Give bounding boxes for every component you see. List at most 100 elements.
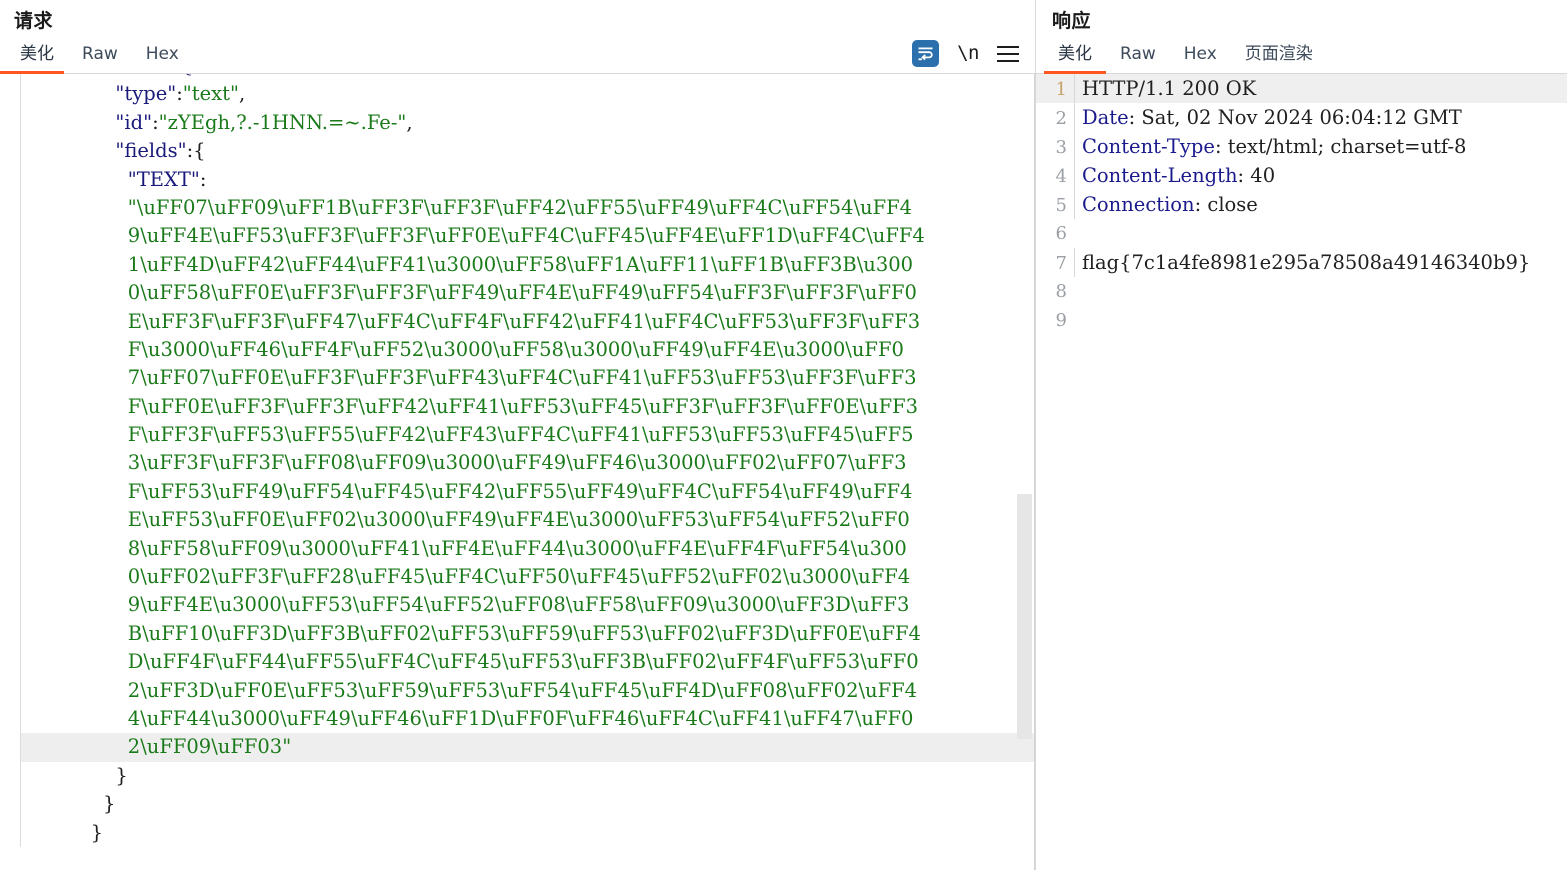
json-punct: } — [90, 820, 104, 844]
json-line: 3\uFF3F\uFF3F\uFF08\uFF09\u3000\uFF49\uF… — [20, 449, 1035, 478]
json-string: 1\uFF4D\uFF42\uFF44\uFF41\u3000\uFF58\uF… — [127, 252, 914, 276]
line-number: 9 — [1055, 310, 1067, 331]
tab-response-pretty[interactable]: 美化 — [1044, 44, 1106, 74]
response-line: 7 flag{7c1a4fe8981e295a78508a49146340b9} — [1036, 248, 1567, 277]
json-line: F\u3000\uFF46\uFF4F\uFF52\u3000\uFF58\u3… — [20, 335, 1035, 365]
line-number: 7 — [1055, 253, 1067, 274]
request-tabbar: 美化 Raw Hex \n — [0, 34, 1035, 74]
response-line: 6 — [1036, 219, 1567, 248]
json-line: B\uFF10\uFF3D\uFF3B\uFF02\uFF53\uFF59\uF… — [20, 619, 1035, 649]
line-text: Content-Type: text/html; charset=utf-8 — [1074, 132, 1567, 161]
json-line: E\uFF3F\uFF3F\uFF47\uFF4C\uFF4F\uFF42\uF… — [20, 307, 1035, 336]
response-line: 8 — [1036, 277, 1567, 306]
response-line: 4 Content-Length: 40 — [1036, 161, 1567, 190]
line-number: 1 — [1055, 79, 1067, 100]
line-number: 2 — [1055, 108, 1067, 129]
json-string: 2\uFF09\uFF03" — [127, 735, 292, 759]
tab-request-pretty[interactable]: 美化 — [0, 44, 68, 74]
response-tabbar: 美化 Raw Hex 页面渲染 — [1036, 34, 1567, 74]
json-string: F\uFF53\uFF49\uFF54\uFF45\uFF42\uFF55\uF… — [127, 479, 913, 503]
json-line: "type":"text", — [20, 80, 1035, 109]
response-code-area[interactable]: 1 HTTP/1.1 200 OK 2 Date: Sat, 02 Nov 2024 … — [1036, 74, 1567, 870]
line-text: Date: Sat, 02 Nov 2024 06:04:12 GMT — [1074, 103, 1567, 132]
json-string: 9\uFF4E\uFF53\uFF3F\uFF3F\uFF0E\uFF4C\uF… — [127, 224, 925, 248]
json-punct: : — [152, 110, 159, 134]
line-text: Connection: close — [1074, 190, 1567, 219]
header-value: : text/html; charset=utf-8 — [1214, 135, 1467, 158]
tab-request-raw[interactable]: Raw — [68, 44, 132, 73]
json-string: E\uFF53\uFF0E\uFF02\u3000\uFF49\uFF4E\u3… — [127, 508, 910, 532]
json-string: E\uFF3F\uFF3F\uFF47\uFF4C\uFF4F\uFF42\uF… — [127, 309, 921, 333]
header-name: Content-Length — [1082, 164, 1238, 187]
request-code-area[interactable]: "block":{ "type":"text", "id":"zYEgh,?.-… — [0, 74, 1035, 870]
response-line: 3 Content-Type: text/html; charset=utf-8 — [1036, 132, 1567, 161]
json-line: F\uFF3F\uFF53\uFF55\uFF42\uFF43\uFF4C\uF… — [20, 421, 1035, 450]
line-text: HTTP/1.1 200 OK — [1074, 74, 1567, 103]
newline-toggle-icon[interactable]: \n — [957, 44, 979, 63]
request-json-lines: "block":{ "type":"text", "id":"zYEgh,?.-… — [0, 74, 1035, 847]
json-line: 0\uFF58\uFF0E\uFF3F\uFF3F\uFF49\uFF4E\uF… — [20, 279, 1035, 308]
line-number: 3 — [1055, 137, 1067, 158]
json-line: D\uFF4F\uFF44\uFF55\uFF4C\uFF45\uFF53\uF… — [20, 648, 1035, 677]
request-panel: 请求 美化 Raw Hex \n "type":"text", "id":"zY… — [0, 0, 1035, 870]
header-value: : 40 — [1237, 164, 1276, 187]
http-viewer-window: 请求 美化 Raw Hex \n "type":"text", "id":"zY… — [0, 0, 1567, 870]
header-value: HTTP/1.1 200 OK — [1082, 77, 1257, 100]
word-wrap-icon[interactable] — [912, 40, 940, 67]
json-string: F\u3000\uFF46\uFF4F\uFF52\u3000\uFF58\u3… — [127, 337, 904, 361]
request-vertical-scrollbar[interactable] — [1017, 74, 1032, 870]
hamburger-menu-icon[interactable] — [997, 45, 1019, 62]
json-punct: , — [406, 110, 413, 134]
json-string: "zYEgh,?.-1HNN.=~.Fe-" — [158, 110, 407, 134]
json-key: "fields" — [115, 139, 187, 163]
json-line: 9\uFF4E\u3000\uFF53\uFF54\uFF52\uFF08\uF… — [20, 591, 1035, 620]
tab-response-hex[interactable]: Hex — [1170, 44, 1231, 73]
json-string: D\uFF4F\uFF44\uFF55\uFF4C\uFF45\uFF53\uF… — [127, 650, 919, 674]
tab-response-raw[interactable]: Raw — [1106, 44, 1170, 73]
response-line: 9 — [1036, 306, 1567, 335]
json-punct: } — [115, 763, 128, 787]
json-line: "TEXT": — [20, 165, 1035, 194]
hamburger-bars — [997, 45, 1019, 62]
header-value: : Sat, 02 Nov 2024 06:04:12 GMT — [1128, 106, 1462, 129]
tab-request-hex[interactable]: Hex — [132, 44, 193, 73]
json-string: 0\uFF58\uFF0E\uFF3F\uFF3F\uFF49\uFF4E\uF… — [127, 281, 917, 305]
json-line: } — [20, 790, 1035, 819]
json-line: "fields":{ — [20, 137, 1035, 166]
json-string: "text" — [182, 82, 239, 106]
json-punct: : — [199, 167, 207, 191]
json-line: 0\uFF02\uFF3F\uFF28\uFF45\uFF4C\uFF50\uF… — [20, 563, 1035, 592]
json-line: 1\uFF4D\uFF42\uFF44\uFF41\u3000\uFF58\uF… — [20, 250, 1035, 280]
json-key: "type" — [115, 82, 177, 106]
request-scrollbar-thumb[interactable] — [1017, 494, 1032, 739]
line-text: flag{7c1a4fe8981e295a78508a49146340b9} — [1074, 248, 1567, 277]
json-key: "id" — [115, 110, 153, 134]
header-name: Connection — [1082, 193, 1195, 216]
json-punct: } — [103, 792, 116, 816]
tab-response-render[interactable]: 页面渲染 — [1231, 44, 1327, 73]
line-text: Content-Length: 40 — [1074, 161, 1567, 190]
header-name: Date — [1082, 106, 1129, 129]
json-punct: :{ — [186, 139, 206, 163]
json-string: F\uFF3F\uFF53\uFF55\uFF42\uFF43\uFF4C\uF… — [127, 423, 914, 447]
json-line: E\uFF53\uFF0E\uFF02\u3000\uFF49\uFF4E\u3… — [20, 506, 1035, 535]
json-string: 4\uFF44\u3000\uFF49\uFF46\uFF1D\uFF0F\uF… — [127, 706, 914, 730]
json-line: F\uFF0E\uFF3F\uFF3F\uFF42\uFF41\uFF53\uF… — [20, 392, 1035, 422]
